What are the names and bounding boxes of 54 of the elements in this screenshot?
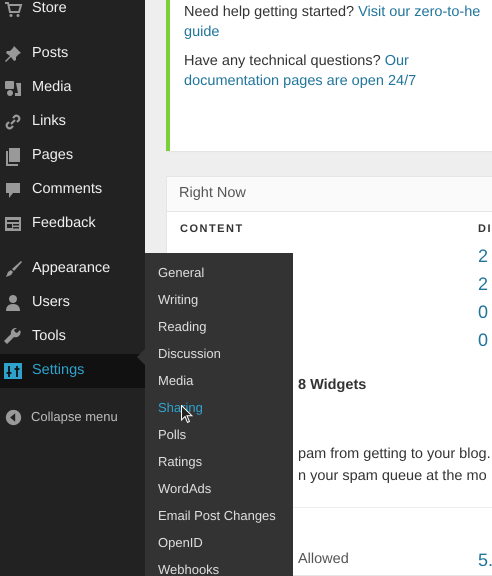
help-link[interactable]: guide	[184, 24, 220, 40]
sidebar-item[interactable]: Settings	[0, 354, 145, 388]
submenu-item[interactable]: OpenID	[158, 530, 203, 557]
submenu-item[interactable]: Media	[158, 368, 194, 395]
help-text: Have any technical questions? Our documentation pages are open 24/7	[184, 52, 418, 91]
sidebar-item[interactable]: Users	[0, 286, 145, 320]
count-link[interactable]: 0	[478, 330, 488, 350]
sidebar-item[interactable]: Media	[0, 71, 145, 105]
sidebar-item[interactable]: Store	[0, 0, 145, 26]
media-icon	[3, 78, 23, 98]
column-heading: DI	[478, 222, 492, 237]
sidebar-item[interactable]: Appearance	[0, 252, 145, 286]
count-link[interactable]: 0	[478, 302, 488, 322]
spam-queue-link[interactable]: spam queue	[342, 468, 422, 484]
pages-icon	[3, 146, 23, 166]
cart-icon	[3, 0, 23, 19]
card-title: Right Now	[179, 184, 246, 204]
submenu-item[interactable]: WordAds	[158, 476, 212, 503]
help-text: Need help getting started? Visit our zero-to-he guide	[184, 3, 482, 42]
submenu-item[interactable]: Ratings	[158, 449, 202, 476]
sliders-icon	[3, 361, 23, 381]
submenu-item[interactable]: Reading	[158, 314, 206, 341]
collapse-menu-button[interactable]: Collapse menu	[0, 400, 145, 434]
storage-label: Allowed	[298, 550, 350, 569]
help-link[interactable]: documentation pages are open 24/7	[184, 73, 416, 89]
sidebar-item[interactable]: Pages	[0, 139, 145, 173]
sidebar-item[interactable]: Links	[0, 105, 145, 139]
submenu-item[interactable]: Webhooks	[158, 557, 220, 576]
help-link[interactable]: Visit our zero-to-he	[358, 4, 480, 20]
speech-bubble-icon	[3, 180, 23, 200]
link-icon	[3, 112, 23, 132]
paintbrush-icon	[3, 259, 23, 279]
submenu-item[interactable]: Writing	[158, 287, 198, 314]
left-arrow-circle-icon	[5, 408, 22, 426]
count-link[interactable]: 2	[478, 274, 488, 294]
widgets-link[interactable]: 8 Widgets	[298, 377, 366, 393]
form-icon	[3, 214, 23, 234]
help-link[interactable]: Our	[384, 53, 409, 69]
count-link[interactable]: 2	[478, 246, 488, 266]
pin-icon	[3, 44, 23, 64]
submenu-item[interactable]: Polls	[158, 422, 186, 449]
sidebar-item[interactable]: Posts	[0, 37, 145, 71]
sidebar-item[interactable]: Feedback	[0, 207, 145, 241]
submenu-item[interactable]: General	[158, 260, 204, 287]
sidebar-item[interactable]: Comments	[0, 173, 145, 207]
spam-text: n your spam queue at the mo	[298, 466, 488, 486]
spam-text: pam from getting to your blog.	[298, 444, 492, 464]
column-heading: CONTENT	[180, 222, 245, 237]
storage-value[interactable]: 5.	[478, 546, 492, 574]
submenu-item[interactable]: Discussion	[158, 341, 221, 368]
wrench-icon	[3, 327, 23, 347]
person-icon	[3, 293, 23, 313]
sidebar-item[interactable]: Tools	[0, 320, 145, 354]
submenu-item[interactable]: Email Post Changes	[158, 503, 276, 530]
